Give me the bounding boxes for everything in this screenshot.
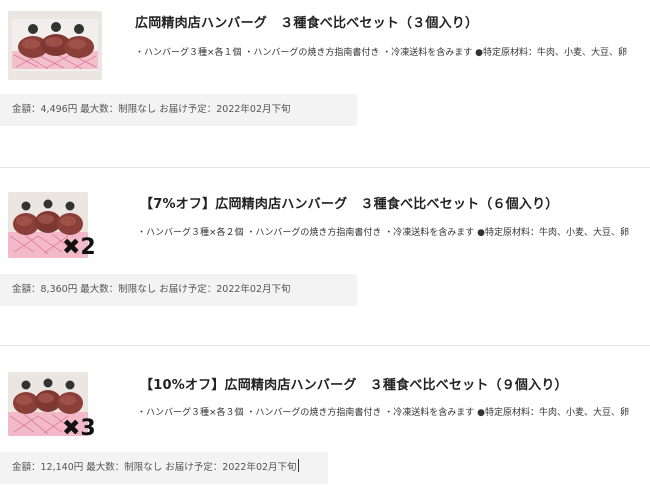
product-price-text: 金額：12,140円 最大数：制限なし お届け予定：2022年02月下旬 <box>12 462 297 473</box>
product-price-info: 金額：4,496円 最大数：制限なし お届け予定：2022年02月下旬 <box>0 94 357 126</box>
product-description: ・ハンバーグ３種×各２個 ・ハンバーグの焼き方指南書付き ・冷凍送料を含みます … <box>137 228 629 238</box>
product-title[interactable]: 【7%オフ】広岡精肉店ハンバーグ ３種食べ比べセット（６個入り） <box>140 193 558 212</box>
divider <box>0 167 650 168</box>
text-cursor <box>297 459 299 472</box>
quantity-mark: ✖3 <box>62 416 96 441</box>
divider <box>0 345 650 346</box>
quantity-mark: ✖2 <box>62 235 96 260</box>
hamburg-photo <box>8 11 102 80</box>
product-price-info: 金額：8,360円 最大数：制限なし お届け予定：2022年02月下旬 <box>0 274 357 306</box>
product-title[interactable]: 【10%オフ】広岡精肉店ハンバーグ ３種食べ比べセット（９個入り） <box>140 374 568 393</box>
product-description: ・ハンバーグ３種×各３個 ・ハンバーグの焼き方指南書付き ・冷凍送料を含みます … <box>137 408 629 418</box>
product-description: ・ハンバーグ３種×各１個 ・ハンバーグの焼き方指南書付き ・冷凍送料を含みます … <box>135 48 627 58</box>
product-image[interactable] <box>8 11 102 80</box>
product-price-info: 金額：12,140円 最大数：制限なし お届け予定：2022年02月下旬 <box>0 452 328 484</box>
product-title[interactable]: 広岡精肉店ハンバーグ ３種食べ比べセット（３個入り） <box>135 12 478 31</box>
